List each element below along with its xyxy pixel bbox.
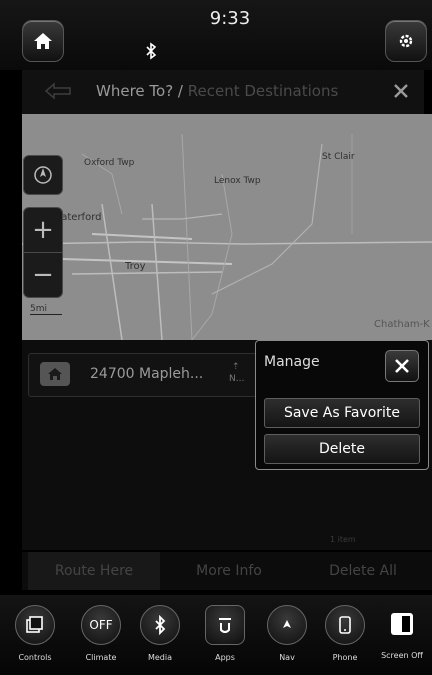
manage-title: Manage xyxy=(264,354,320,370)
dock-label: Controls xyxy=(18,653,52,662)
map-label: St Clair xyxy=(322,152,355,162)
home-button[interactable] xyxy=(22,20,64,62)
close-icon xyxy=(395,359,409,373)
dock-screen-off[interactable]: Screen Off xyxy=(372,605,432,660)
dock-climate[interactable]: OFF Climate xyxy=(71,605,131,662)
phone-icon xyxy=(325,605,365,645)
map-roads xyxy=(22,133,432,340)
delete-all-button[interactable]: Delete All xyxy=(300,552,426,590)
direction-icon: ⇡ xyxy=(232,362,240,372)
apps-icon xyxy=(205,605,245,645)
zoom-in-icon: + xyxy=(32,215,54,245)
delete-button[interactable]: Delete xyxy=(264,434,420,464)
map-scale: 5mi xyxy=(30,304,62,315)
manage-close-button[interactable] xyxy=(385,350,419,382)
zoom-out-button[interactable]: − xyxy=(23,252,63,298)
zoom-in-button[interactable]: + xyxy=(23,207,63,253)
climate-off-icon: OFF xyxy=(81,605,121,645)
compass-icon xyxy=(267,605,307,645)
dock-label: Nav xyxy=(279,653,295,662)
dock-label: Climate xyxy=(85,653,117,662)
map-label: Chatham-K xyxy=(374,319,430,330)
bluetooth-icon xyxy=(140,605,180,645)
destination-label: 24700 Mapleh... xyxy=(90,366,204,382)
map-label: Troy xyxy=(125,261,146,272)
dock-nav[interactable]: Nav xyxy=(257,605,317,662)
dock-label: Screen Off xyxy=(381,651,423,660)
route-here-button[interactable]: Route Here xyxy=(28,552,160,590)
compass-icon xyxy=(34,166,52,184)
title-recent-destinations: Recent Destinations xyxy=(187,82,339,100)
map-label: Oxford Twp xyxy=(84,158,135,168)
title-where-to: Where To? / xyxy=(96,82,183,100)
map-view[interactable]: Oxford Twp Lenox Twp St Clair Waterford … xyxy=(22,114,432,340)
screen-off-icon xyxy=(383,605,421,643)
dock-label: Phone xyxy=(332,653,358,662)
back-arrow-icon xyxy=(44,82,71,100)
dock-controls[interactable]: Controls xyxy=(5,605,65,662)
list-count: 1 item xyxy=(330,535,356,544)
dock-label: Media xyxy=(147,653,173,662)
dock-media[interactable]: Media xyxy=(130,605,190,662)
more-info-button[interactable]: More Info xyxy=(170,552,288,590)
climate-off-text: OFF xyxy=(89,618,113,632)
settings-button[interactable] xyxy=(385,20,427,62)
dock-phone[interactable]: Phone xyxy=(315,605,375,662)
clock: 9:33 xyxy=(209,8,251,29)
zoom-out-icon: − xyxy=(32,260,54,290)
home-icon xyxy=(40,362,70,386)
bluetooth-icon xyxy=(144,42,160,60)
close-button[interactable] xyxy=(392,82,410,104)
map-label: Lenox Twp xyxy=(214,176,261,186)
gear-icon xyxy=(399,34,413,48)
close-icon xyxy=(394,84,408,98)
compass-button[interactable] xyxy=(23,155,63,195)
dock-apps[interactable]: Apps xyxy=(195,605,255,662)
dock-label: Apps xyxy=(215,653,235,662)
controls-icon xyxy=(15,605,55,645)
save-as-favorite-button[interactable]: Save As Favorite xyxy=(264,398,420,428)
home-icon xyxy=(34,33,52,49)
destination-distance: N... xyxy=(229,374,245,384)
page-title: Where To? / Recent Destinations xyxy=(96,82,338,100)
back-button[interactable] xyxy=(44,82,72,104)
